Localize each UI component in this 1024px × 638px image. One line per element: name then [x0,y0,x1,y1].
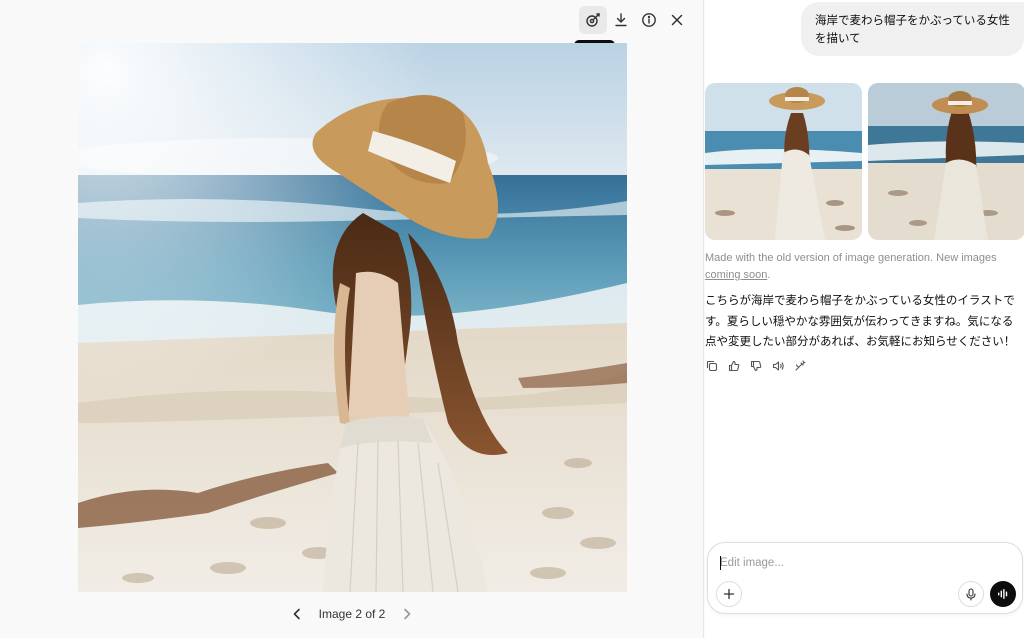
chevron-left-icon [293,608,300,620]
message-actions [705,359,807,373]
next-image-button[interactable] [399,606,415,622]
microphone-icon [966,587,976,601]
user-message: 海岸で麦わら帽子をかぶっている女性を描いて [801,2,1024,56]
thumbs-down-button[interactable] [749,359,763,373]
beach-woman-thumbnail-2 [868,83,1024,240]
close-button[interactable] [663,6,691,34]
voice-mode-button[interactable] [990,581,1016,607]
info-button[interactable] [635,6,663,34]
copy-button[interactable] [705,359,719,373]
note-end: . [767,269,771,281]
plus-icon [723,588,735,600]
thumbs-up-button[interactable] [727,359,741,373]
note-text: Made with the old version of image gener… [705,252,997,264]
assistant-message: こちらが海岸で麦わら帽子をかぶっている女性のイラストです。夏らしい穏やかな雰囲気… [705,293,1016,348]
close-icon [671,14,683,26]
previous-image-button[interactable] [289,606,305,622]
beach-woman-thumbnail-1 [705,83,862,240]
edit-image-icon [795,360,806,371]
thumbnail-image-2[interactable] [868,83,1024,240]
chevron-right-icon [404,608,411,620]
select-brush-icon [586,13,600,27]
generated-image-large[interactable] [78,43,627,592]
chat-panel: 海岸で麦わら帽子をかぶっている女性を描いて Made with the old … [705,0,1024,638]
download-button[interactable] [607,6,635,34]
thumbs-up-icon [728,360,740,372]
viewer-toolbar [579,6,691,34]
image-generation-note: Made with the old version of image gener… [705,250,1020,284]
image-pager: Image 2 of 2 [0,606,704,622]
info-icon [642,13,656,27]
read-aloud-icon [772,361,784,371]
edit-image-button[interactable] [793,359,807,373]
thumbs-down-icon [750,360,762,372]
dictate-button[interactable] [958,581,984,607]
text-caret [720,556,721,570]
image-thumbnails [705,83,1024,240]
image-viewer: Select [0,0,704,638]
beach-woman-illustration [78,43,627,592]
thumbnail-image-1[interactable] [705,83,862,240]
read-aloud-button[interactable] [771,359,785,373]
edit-image-input[interactable] [720,553,1000,573]
download-icon [615,13,627,27]
select-button[interactable] [579,6,607,34]
copy-icon [706,360,718,372]
pager-label: Image 2 of 2 [318,607,386,621]
edit-image-composer [707,542,1023,614]
voice-waveform-icon [998,589,1008,599]
attach-button[interactable] [716,581,742,607]
coming-soon-link[interactable]: coming soon [705,269,767,281]
